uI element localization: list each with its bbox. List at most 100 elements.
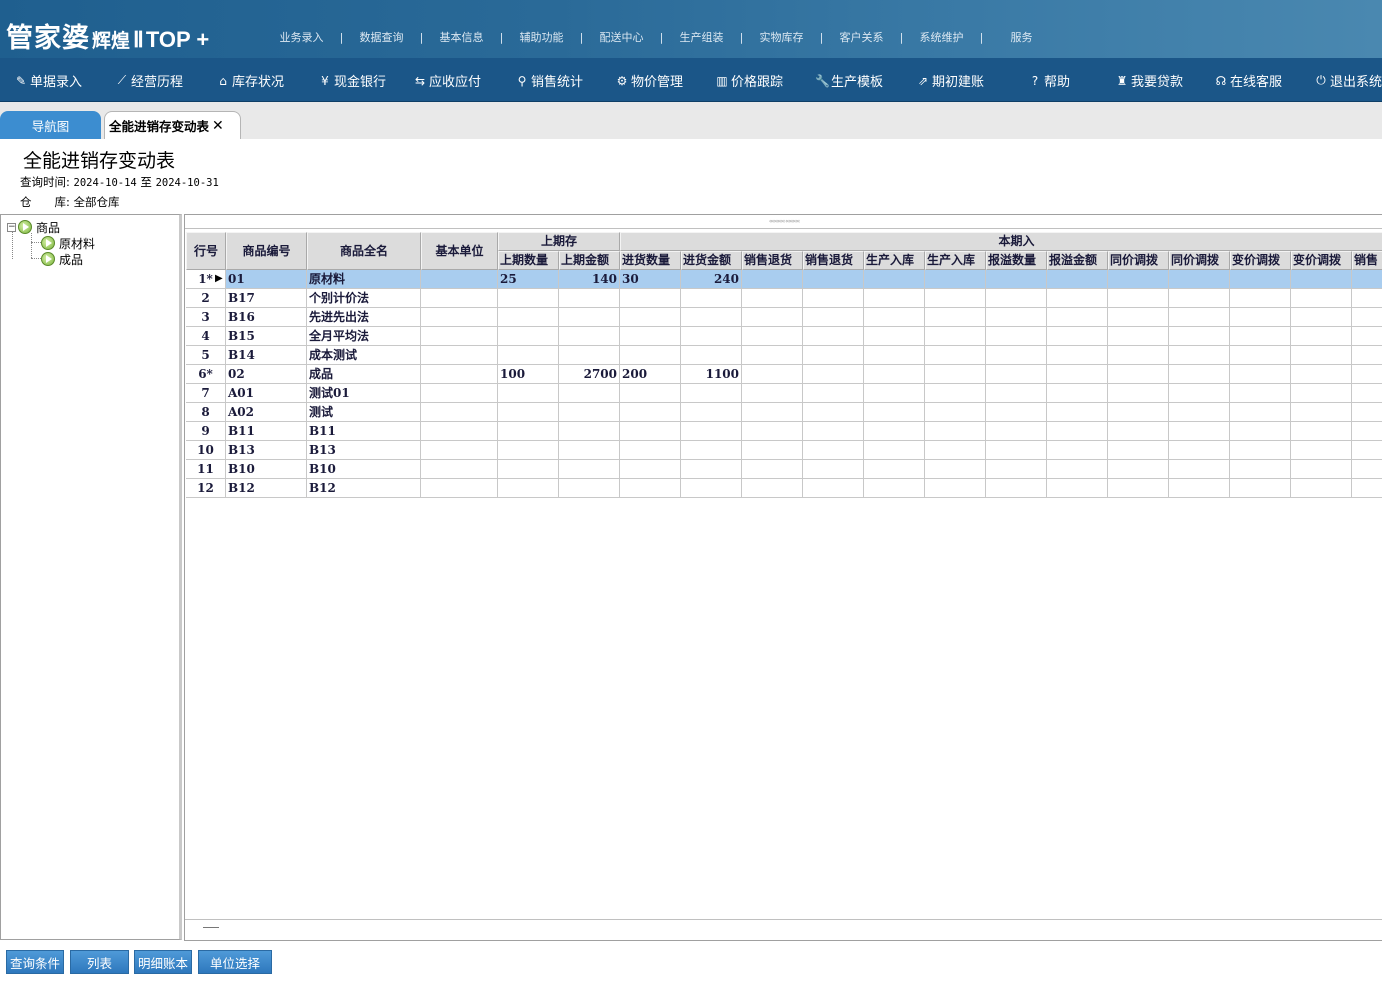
top-menu-item[interactable]: 配送中心 | [590, 29, 670, 45]
play-circle-icon [41, 236, 55, 250]
unit-select-button[interactable]: 单位选择 [198, 950, 272, 974]
logo: 管家婆 辉煌 Ⅱ TOP + [6, 16, 209, 54]
top-menu-item[interactable]: 生产组装 | [670, 29, 750, 45]
toolbar-button[interactable]: ⟋ 经营历程 [115, 71, 183, 90]
column-header[interactable]: 生产入库 [925, 251, 986, 270]
tree-connector [31, 242, 41, 243]
value-cell [864, 327, 925, 346]
value-cell [1291, 289, 1352, 308]
column-header[interactable]: 商品编号 [226, 232, 307, 270]
top-menu-item[interactable]: 服务 [990, 29, 1053, 45]
product-name-cell: 个别计价法 [307, 289, 421, 308]
column-header[interactable]: 生产入库 [864, 251, 925, 270]
tree-node-root[interactable]: − 商品 [7, 219, 60, 235]
toolbar-button[interactable]: ♜ 我要贷款 [1115, 71, 1183, 91]
column-header[interactable]: 报溢数量 [986, 251, 1047, 270]
row-number: 7 [186, 384, 226, 403]
value-cell [620, 403, 681, 422]
top-menu-item[interactable]: 业务录入 | [270, 29, 350, 45]
toolbar-button[interactable]: ⚲ 销售统计 [515, 71, 583, 91]
date-to: 2024-10-31 [155, 177, 219, 189]
toolbar-button[interactable]: ⏻ 退出系统 [1314, 71, 1382, 90]
column-header[interactable]: 进货数量 [620, 251, 681, 270]
top-menu-label: 服务 [1010, 31, 1033, 44]
top-menu-item[interactable]: 辅助功能 | [510, 29, 590, 45]
value-cell [1291, 422, 1352, 441]
horizontal-scrollbar[interactable] [185, 919, 1382, 940]
value-cell [681, 403, 742, 422]
unit-cell [421, 289, 498, 308]
tree-node-finished[interactable]: 成品 [41, 251, 83, 267]
value-cell [986, 327, 1047, 346]
value-cell [986, 479, 1047, 498]
tree-node-raw-material[interactable]: 原材料 [41, 235, 95, 251]
tree-node-label: 商品 [36, 220, 61, 235]
value-cell [498, 403, 559, 422]
value-cell [1169, 270, 1230, 289]
column-header[interactable]: 报溢金额 [1047, 251, 1108, 270]
tab-navigation[interactable]: 导航图 [0, 111, 101, 139]
column-header[interactable]: 商品全名 [307, 232, 421, 270]
top-menu-item[interactable]: 客户关系 | [830, 29, 910, 45]
value-cell [1108, 441, 1169, 460]
scrollbar-thumb[interactable] [203, 927, 219, 928]
query-conditions-button[interactable]: 查询条件 [6, 950, 64, 974]
column-header[interactable]: 销售退货 [803, 251, 864, 270]
value-cell [620, 479, 681, 498]
group-header-current: 本期入 [620, 232, 1382, 251]
column-header[interactable]: 同价调拨 [1169, 251, 1230, 270]
column-header[interactable]: 同价调拨 [1108, 251, 1169, 270]
value-cell: 140 [559, 270, 620, 289]
logo-sub: 辉煌 [92, 30, 131, 52]
value-cell [986, 346, 1047, 365]
value-cell [1169, 384, 1230, 403]
collapse-icon[interactable]: − [7, 222, 16, 232]
toolbar-button[interactable]: ▥ 价格跟踪 [715, 71, 783, 91]
list-button[interactable]: 列表 [70, 950, 129, 974]
tab-report[interactable]: 全能进销存变动表 ✕ [104, 111, 241, 139]
splitter-grip[interactable]: ‹‹‹‹‹‹‹‹‹‹‹ ‹‹‹‹‹‹‹‹‹‹ [185, 215, 1382, 229]
row-number: 4 [186, 327, 226, 346]
toolbar-button[interactable]: ? 帮助 [1028, 71, 1070, 91]
value-cell [1047, 289, 1108, 308]
detail-ledger-button[interactable]: 明细账本 [134, 950, 192, 974]
toolbar-button[interactable]: ⌂ 库存状况 [216, 71, 284, 91]
column-header[interactable]: 销售退货 [742, 251, 803, 270]
value-cell: 1100 [681, 365, 742, 384]
value-cell [803, 422, 864, 441]
tab-report-label: 全能进销存变动表 [109, 119, 210, 134]
value-cell [559, 403, 620, 422]
value-cell [681, 327, 742, 346]
column-header[interactable]: 销售 [1352, 251, 1382, 270]
search-icon: ⚲ [517, 73, 527, 88]
top-menu-item[interactable]: 实物库存 | [750, 29, 830, 45]
value-cell [864, 289, 925, 308]
top-menu-item[interactable]: 系统维护 | [910, 29, 990, 45]
toolbar-button[interactable]: ✎ 单据录入 [14, 71, 82, 91]
column-header[interactable]: 进货金额 [681, 251, 742, 270]
value-cell: 30 [620, 270, 681, 289]
toolbar-button[interactable]: 🔧 生产模板 [815, 71, 883, 91]
toolbar-button[interactable]: ☊ 在线客服 [1214, 71, 1282, 91]
top-banner: 管家婆 辉煌 Ⅱ TOP + 业务录入 | 数据查询 | 基本信息 | 辅助功能 | 配送中心 |… [0, 0, 1382, 58]
value-cell [1169, 441, 1230, 460]
top-menu-label: 实物库存 [759, 31, 804, 44]
toolbar-button[interactable]: ⇗ 期初建账 [916, 71, 984, 91]
column-header[interactable]: 行号 [186, 232, 226, 270]
column-header[interactable]: 上期金额 [559, 251, 620, 270]
toolbar-button[interactable]: ⚙ 物价管理 [615, 71, 683, 91]
value-cell [1108, 479, 1169, 498]
toolbar-button[interactable]: ¥ 现金银行 [318, 71, 386, 91]
value-cell [1047, 308, 1108, 327]
column-header[interactable]: 变价调拨 [1230, 251, 1291, 270]
top-menu-item[interactable]: 基本信息 | [430, 29, 510, 45]
toolbar-button[interactable]: ⇆ 应收应付 [413, 71, 481, 91]
column-header[interactable]: 基本单位 [421, 232, 498, 270]
value-cell [681, 422, 742, 441]
column-header[interactable]: 变价调拨 [1291, 251, 1352, 270]
column-header[interactable]: 上期数量 [498, 251, 559, 270]
top-menu-item[interactable]: 数据查询 | [350, 29, 430, 45]
close-icon[interactable]: ✕ [212, 118, 224, 134]
value-cell [986, 422, 1047, 441]
toolbar-button-label: 退出系统 [1330, 75, 1382, 90]
